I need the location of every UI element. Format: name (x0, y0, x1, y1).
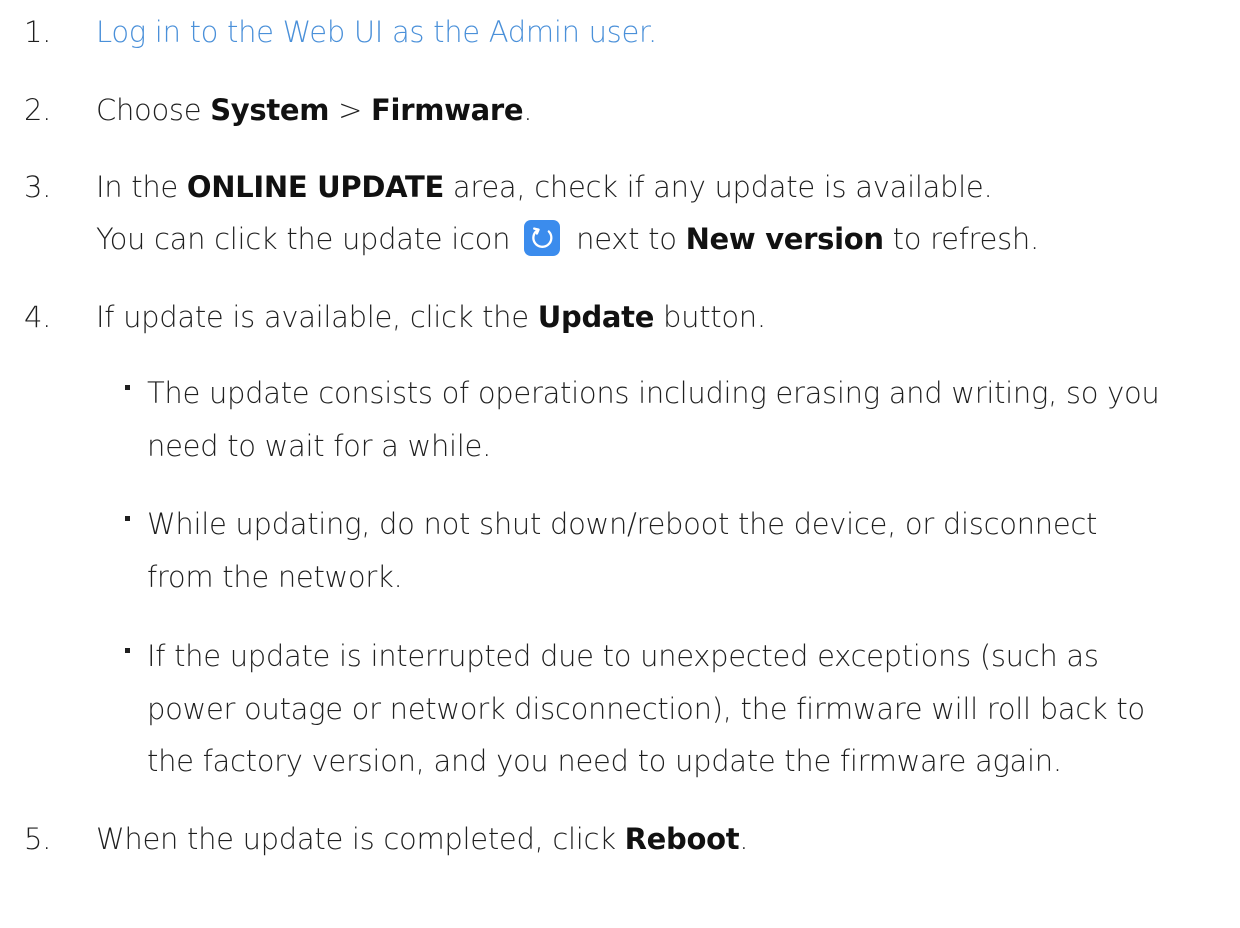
step-2-text-end: . (523, 93, 533, 127)
step-1-number: 1. (24, 15, 52, 49)
step-3-line-2-c: to refresh. (883, 222, 1040, 256)
step-2-text: Choose System > Firmware. (96, 90, 532, 130)
step-5-text-end: . (739, 822, 749, 856)
step-4-text-a: If update is available, click the (96, 300, 538, 334)
refresh-icon (524, 220, 561, 256)
step-2-text-a: Choose (96, 93, 211, 127)
step-4-number: 4. (24, 300, 52, 334)
bullet-2-marker (125, 516, 130, 521)
step-3-number: 3. (24, 170, 52, 204)
step-2-separator: > (329, 93, 372, 127)
step-4-text-b: button. (654, 300, 766, 334)
step-3-text: In the ONLINE UPDATE area, check if any … (96, 167, 993, 207)
step-3-line-2-a: You can click the update icon (96, 222, 511, 256)
step-5-text-a: When the update is completed, click (96, 822, 625, 856)
online-update-label: ONLINE UPDATE (186, 170, 445, 204)
step-2-number: 2. (24, 93, 52, 127)
bullet-1-line-1: The update consists of operations includ… (147, 376, 1160, 410)
update-button-label: Update (537, 300, 655, 334)
menu-system: System (210, 93, 330, 127)
bullet-2-line-2: from the network. (147, 560, 403, 594)
step-5-text: When the update is completed, click Rebo… (96, 819, 749, 859)
menu-firmware: Firmware (371, 93, 524, 127)
bullet-1-marker (125, 385, 130, 390)
bullet-1-line-2: need to wait for a while. (147, 429, 492, 463)
new-version-label: New version (685, 222, 884, 256)
step-5-number: 5. (24, 822, 52, 856)
bullet-3-line-2: power outage or network disconnection), … (147, 692, 1145, 726)
bullet-3-line-3: the factory version, and you need to upd… (147, 744, 1062, 778)
bullet-3-marker (125, 648, 130, 653)
step-3-text-b: area, check if any update is available. (444, 170, 993, 204)
reboot-label: Reboot (624, 822, 740, 856)
bullet-3-line-1: If the update is interrupted due to unex… (147, 639, 1099, 673)
step-1-link[interactable]: Log in to the Web UI as the Admin user. (96, 12, 657, 52)
step-3-text-a: In the (96, 170, 187, 204)
bullet-2-line-1: While updating, do not shut down/reboot … (147, 507, 1098, 541)
step-4-text: If update is available, click the Update… (96, 297, 766, 337)
step-3-line-2: You can click the update icon next to New… (96, 219, 1039, 259)
step-3-line-2-b: next to (576, 222, 686, 256)
